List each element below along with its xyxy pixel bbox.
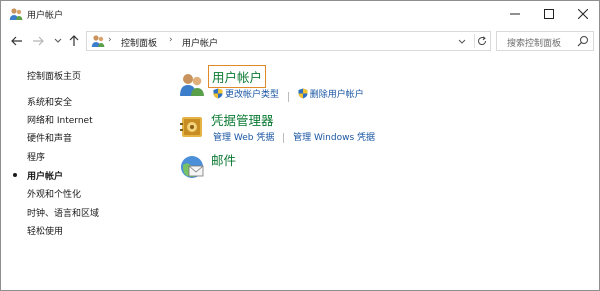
minimize-icon — [510, 13, 520, 15]
address-dropdown-button[interactable] — [456, 36, 468, 48]
close-button[interactable] — [566, 1, 600, 27]
delete-user-account-label[interactable]: 删除用户帐户 — [310, 87, 364, 100]
change-account-type-label[interactable]: 更改帐户类型 — [225, 87, 279, 100]
category-title-mail[interactable]: 邮件 — [211, 150, 236, 169]
recent-locations-button[interactable] — [51, 33, 65, 49]
navigation-bar: › 控制面板 › 用户帐户 搜索控制面板 — [1, 29, 599, 53]
address-bar[interactable]: › 控制面板 › 用户帐户 — [86, 31, 491, 51]
search-icon[interactable] — [577, 35, 589, 47]
breadcrumb-control-panel[interactable]: 控制面板 — [121, 36, 157, 49]
category-links: 更改帐户类型 删除用户帐户 — [213, 87, 364, 102]
shield-icon — [213, 88, 223, 99]
window-title: 用户帐户 — [27, 11, 64, 21]
current-item-bullet — [13, 173, 17, 177]
change-account-type-link[interactable]: 更改帐户类型 — [213, 87, 279, 100]
search-input[interactable]: 搜索控制面板 — [507, 36, 561, 49]
refresh-icon — [477, 36, 486, 46]
link-divider — [283, 132, 285, 143]
sidebar-item-system-security[interactable]: 系统和安全 — [27, 95, 72, 108]
delete-user-account-link[interactable]: 删除用户帐户 — [298, 87, 364, 100]
close-icon — [578, 9, 588, 19]
title-bar: 用户帐户 — [1, 1, 599, 27]
mail-icon[interactable] — [178, 153, 206, 181]
category-list: 用户帐户 更改帐户类型 删除用户帐户 凭据管理器 管理 Web 凭据 管理 Wi… — [176, 61, 596, 281]
back-button[interactable] — [10, 33, 24, 49]
breadcrumb-separator[interactable]: › — [169, 35, 173, 45]
sidebar-item-control-panel-home[interactable]: 控制面板主页 — [27, 69, 81, 82]
maximize-button[interactable] — [532, 1, 566, 27]
users-icon[interactable] — [178, 70, 206, 98]
manage-windows-credentials-link[interactable]: 管理 Windows 凭据 — [293, 130, 375, 143]
control-panel-window: 用户帐户 › 控制面板 › 用户帐户 搜索控制面板 控制面板主页 系统和安全 网… — [0, 0, 600, 291]
users-icon — [9, 8, 23, 20]
arrow-up-icon — [69, 35, 79, 46]
arrow-right-icon — [33, 36, 44, 46]
category-user-accounts: 用户帐户 更改帐户类型 删除用户帐户 — [176, 65, 596, 110]
sidebar-item-user-accounts[interactable]: 用户帐户 — [27, 169, 63, 182]
manage-web-credentials-link[interactable]: 管理 Web 凭据 — [213, 130, 274, 143]
minimize-button[interactable] — [498, 1, 532, 27]
forward-button[interactable] — [31, 33, 45, 49]
sidebar-item-hardware-sound[interactable]: 硬件和声音 — [27, 131, 72, 144]
maximize-icon — [544, 9, 554, 19]
up-button[interactable] — [67, 33, 81, 49]
link-divider — [287, 91, 289, 102]
sidebar-item-network-internet[interactable]: 网络和 Internet — [27, 113, 93, 126]
breadcrumb-separator[interactable]: › — [108, 35, 112, 45]
category-title-credential-manager[interactable]: 凭据管理器 — [211, 110, 274, 129]
sidebar-item-clock-language-region[interactable]: 时钟、语言和区域 — [27, 206, 99, 219]
refresh-button[interactable] — [474, 34, 488, 48]
chevron-down-icon — [54, 38, 62, 43]
category-links: 管理 Web 凭据 管理 Windows 凭据 — [213, 130, 375, 143]
breadcrumb-user-accounts[interactable]: 用户帐户 — [182, 36, 218, 49]
sidebar-item-ease-of-access[interactable]: 轻松使用 — [27, 224, 63, 237]
sidebar: 控制面板主页 系统和安全 网络和 Internet 硬件和声音 程序 用户帐户 … — [1, 56, 171, 286]
shield-icon — [298, 88, 308, 99]
sidebar-item-appearance[interactable]: 外观和个性化 — [27, 187, 81, 200]
chevron-down-icon — [458, 39, 466, 44]
arrow-left-icon — [11, 36, 22, 46]
category-mail: 邮件 — [176, 149, 596, 193]
search-box[interactable]: 搜索控制面板 — [496, 31, 594, 51]
users-icon — [91, 35, 105, 47]
category-title-user-accounts[interactable]: 用户帐户 — [207, 65, 267, 88]
credential-vault-icon[interactable] — [178, 113, 206, 141]
category-credential-manager: 凭据管理器 管理 Web 凭据 管理 Windows 凭据 — [176, 109, 596, 153]
sidebar-item-programs[interactable]: 程序 — [27, 150, 45, 163]
